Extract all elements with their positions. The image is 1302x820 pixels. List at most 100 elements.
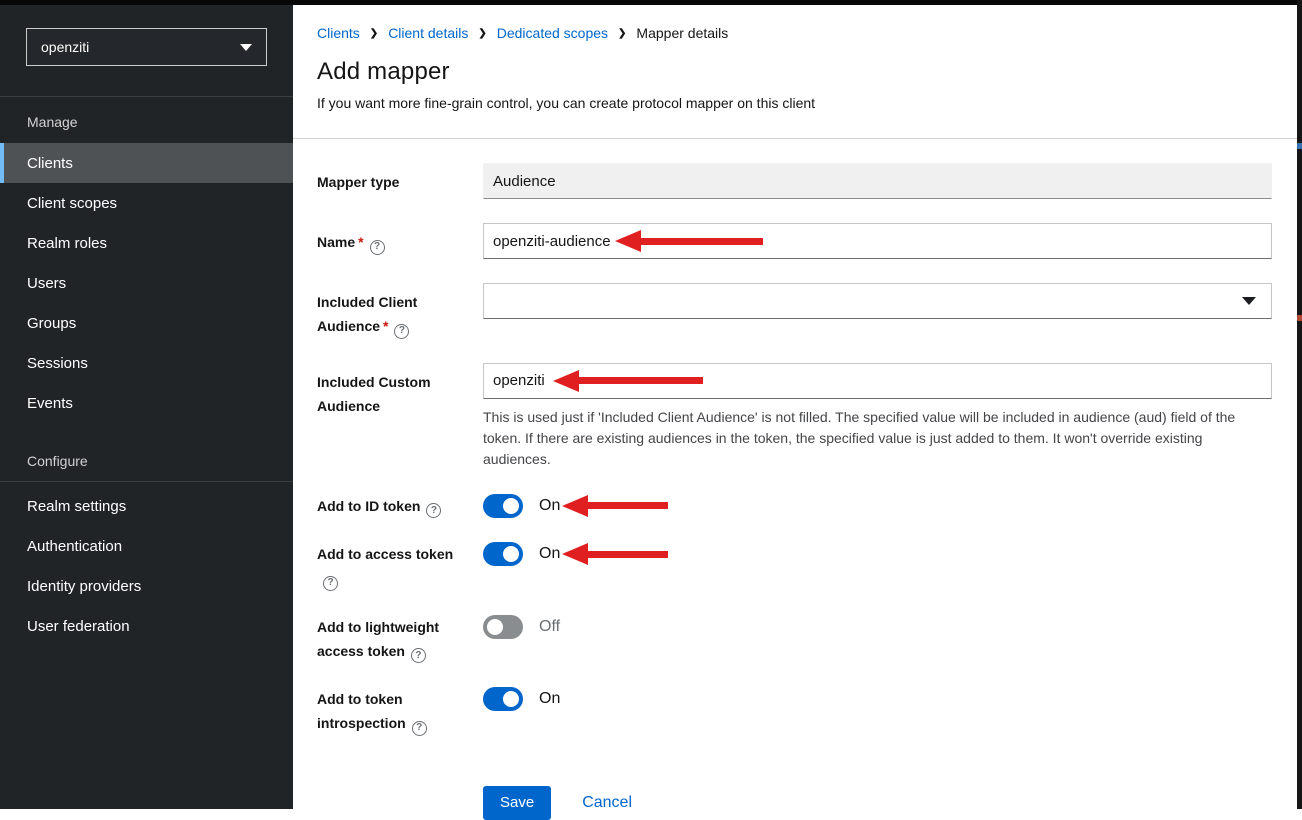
realm-selector[interactable]: openziti — [26, 28, 267, 66]
chevron-down-icon — [1242, 297, 1256, 305]
annotation-arrow-id-token — [562, 494, 668, 518]
sidebar-item-realm-settings[interactable]: Realm settings — [0, 486, 293, 526]
label-text: Add to ID token — [317, 498, 420, 514]
sidebar-item-clients[interactable]: Clients — [0, 143, 293, 183]
included-custom-audience-field: This is used just if 'Included Client Au… — [483, 363, 1272, 470]
sidebar-item-label: Events — [27, 395, 73, 412]
red-arrow-left-icon — [562, 495, 588, 517]
included-client-audience-select[interactable] — [483, 283, 1272, 319]
sidebar-item-label: Clients — [27, 155, 73, 172]
page-title: Add mapper — [317, 58, 1273, 86]
included-custom-audience-helper: This is used just if 'Included Client Au… — [483, 407, 1272, 470]
scrollbar[interactable] — [1297, 0, 1302, 809]
scrollbar-marker-blue — [1297, 143, 1302, 149]
angle-right-icon: ❯ — [370, 27, 378, 39]
help-icon[interactable] — [411, 648, 426, 663]
toggle-state-label: Off — [539, 615, 560, 639]
required-marker: * — [358, 234, 363, 250]
sidebar-item-user-federation[interactable]: User federation — [0, 606, 293, 646]
help-icon[interactable] — [412, 721, 427, 736]
page-header: Clients ❯ Client details ❯ Dedicated sco… — [293, 5, 1297, 139]
breadcrumb-link-client-details[interactable]: Client details — [388, 25, 468, 41]
mapper-type-input — [483, 163, 1272, 199]
breadcrumb-link-dedicated-scopes[interactable]: Dedicated scopes — [497, 25, 608, 41]
form-row-included-custom-audience: Included Custom Audience This is used ju… — [317, 363, 1272, 470]
add-to-lightweight-access-token-toggle[interactable] — [483, 615, 523, 639]
sidebar-item-groups[interactable]: Groups — [0, 303, 293, 343]
breadcrumb-current: Mapper details — [636, 25, 728, 41]
app-window: openziti Manage Clients Client scopes Re… — [0, 0, 1302, 809]
add-to-lightweight-access-token-label: Add to lightweight access token — [317, 615, 462, 664]
nav-section-manage: Manage — [0, 97, 293, 139]
sidebar-item-events[interactable]: Events — [0, 383, 293, 423]
form-row-mapper-type: Mapper type — [317, 163, 1272, 199]
sidebar-item-users[interactable]: Users — [0, 263, 293, 303]
label-text: Name — [317, 234, 355, 250]
chevron-down-icon — [240, 44, 252, 51]
toggle-state-label: On — [539, 494, 560, 518]
nav-list-manage: Clients Client scopes Realm roles Users … — [0, 143, 293, 423]
label-text: Mapper type — [317, 174, 399, 190]
form-row-add-to-id-token: Add to ID token On — [317, 494, 1272, 519]
angle-right-icon: ❯ — [618, 27, 626, 39]
nav-group-configure: Configure Realm settings Authentication … — [0, 453, 293, 646]
included-custom-audience-label: Included Custom Audience — [317, 363, 462, 418]
form-row-add-to-lightweight-access-token: Add to lightweight access token Off — [317, 615, 1272, 664]
sidebar-item-label: Realm settings — [27, 498, 126, 515]
add-to-lightweight-access-token-field: Off — [483, 615, 1272, 639]
page-subtitle: If you want more fine-grain control, you… — [317, 95, 1273, 111]
save-button[interactable]: Save — [483, 786, 551, 820]
name-label: Name* — [317, 223, 462, 255]
help-icon[interactable] — [323, 576, 338, 591]
sidebar-item-label: Realm roles — [27, 235, 107, 252]
sidebar-item-realm-roles[interactable]: Realm roles — [0, 223, 293, 263]
help-icon[interactable] — [394, 324, 409, 339]
sidebar-item-label: Identity providers — [27, 578, 141, 595]
realm-selector-value: openziti — [41, 39, 89, 55]
sidebar-item-label: User federation — [27, 618, 130, 635]
sidebar-item-label: Users — [27, 275, 66, 292]
form-row-name: Name* — [317, 223, 1272, 259]
mapper-type-label: Mapper type — [317, 163, 462, 194]
sidebar: openziti Manage Clients Client scopes Re… — [0, 0, 293, 809]
angle-right-icon: ❯ — [478, 27, 486, 39]
form-row-add-to-access-token: Add to access token On — [317, 542, 1272, 591]
add-to-token-introspection-toggle[interactable] — [483, 687, 523, 711]
name-input[interactable] — [483, 223, 1272, 259]
name-field-wrap — [483, 223, 1272, 259]
add-to-access-token-field: On — [483, 542, 1272, 566]
breadcrumb: Clients ❯ Client details ❯ Dedicated sco… — [317, 25, 1273, 41]
nav-divider — [0, 481, 293, 482]
label-text: Add to access token — [317, 546, 453, 562]
sidebar-item-authentication[interactable]: Authentication — [0, 526, 293, 566]
sidebar-item-label: Authentication — [27, 538, 122, 555]
add-to-access-token-toggle[interactable] — [483, 542, 523, 566]
main-content: Clients ❯ Client details ❯ Dedicated sco… — [293, 5, 1297, 809]
toggle-state-label: On — [539, 687, 560, 711]
included-client-audience-label: Included Client Audience* — [317, 283, 462, 339]
label-text: Add to token introspection — [317, 691, 406, 731]
sidebar-item-identity-providers[interactable]: Identity providers — [0, 566, 293, 606]
sidebar-item-sessions[interactable]: Sessions — [0, 343, 293, 383]
included-custom-audience-input[interactable] — [483, 363, 1272, 399]
breadcrumb-link-clients[interactable]: Clients — [317, 25, 360, 41]
required-marker: * — [383, 318, 388, 334]
form-row-included-client-audience: Included Client Audience* — [317, 283, 1272, 339]
sidebar-item-label: Client scopes — [27, 195, 117, 212]
label-text: Included Custom Audience — [317, 374, 431, 414]
form-row-actions: Save Cancel — [317, 760, 1272, 820]
toggle-state-label: On — [539, 542, 560, 566]
realm-selector-block: openziti — [0, 0, 293, 97]
add-to-access-token-label: Add to access token — [317, 542, 462, 591]
add-to-token-introspection-label: Add to token introspection — [317, 687, 462, 736]
red-arrow-left-icon — [562, 543, 588, 565]
annotation-arrow-access-token — [562, 542, 668, 566]
help-icon[interactable] — [426, 503, 441, 518]
sidebar-item-label: Sessions — [27, 355, 88, 372]
sidebar-item-client-scopes[interactable]: Client scopes — [0, 183, 293, 223]
add-to-id-token-field: On — [483, 494, 1272, 518]
add-to-token-introspection-field: On — [483, 687, 1272, 711]
add-to-id-token-toggle[interactable] — [483, 494, 523, 518]
help-icon[interactable] — [370, 240, 385, 255]
add-mapper-form: Mapper type Name* — [293, 139, 1297, 820]
